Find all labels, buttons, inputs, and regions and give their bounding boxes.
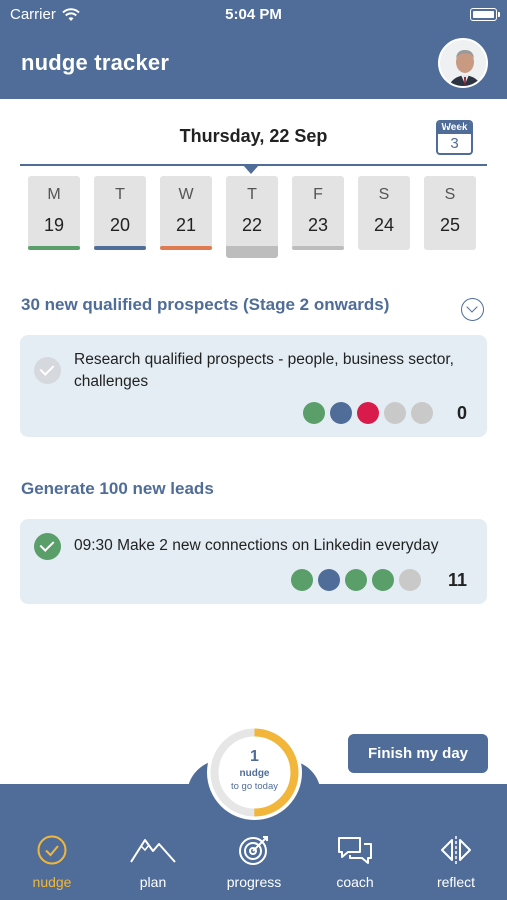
day-letter: S [378,186,390,203]
day-tile[interactable]: T 20 [94,176,146,250]
selected-date-title: Thursday, 22 Sep [179,126,328,146]
target-icon [239,836,268,865]
day-status-bar [226,246,278,258]
nudge-count: 1 [250,748,259,765]
tab-coach[interactable]: coach [315,832,395,890]
day-tile[interactable]: W 21 [160,176,212,250]
tab-label: plan [139,874,167,890]
history-dot [411,402,433,424]
history-dot [399,569,421,591]
user-photo [440,40,486,86]
day-number: 24 [373,215,395,235]
week-day-strip: M 19 T 20 W 21 T 22 F 23 S 24 S 25 [28,176,476,258]
nudge-label: nudge [239,768,270,779]
history-dot [303,402,325,424]
nudge-progress-ring[interactable]: 1 nudge to go today [207,725,302,820]
day-tile[interactable]: M 19 [28,176,80,250]
task-count: 11 [447,570,467,590]
finish-my-day-button[interactable]: Finish my day [348,734,488,773]
app-header: Carrier 5:04 PM nudge tracker [0,0,507,99]
day-status-bar [28,246,80,250]
task-checkbox[interactable] [34,357,61,384]
history-dot [384,402,406,424]
history-dot [330,402,352,424]
tab-label: progress [226,874,282,890]
task-history-dots [291,569,421,591]
day-number: 22 [241,215,263,235]
check-circle-icon [37,835,67,865]
history-dot [291,569,313,591]
history-dot [357,402,379,424]
chevron-down-icon[interactable] [461,298,484,321]
tab-reflect[interactable]: reflect [416,832,496,890]
tab-nudge[interactable]: nudge [12,832,92,890]
tab-label: coach [336,874,374,890]
week-number: 3 [450,135,459,152]
task-card[interactable]: Research qualified prospects - people, b… [20,335,487,437]
day-letter: T [247,186,257,203]
tab-label: reflect [436,874,476,890]
history-dot [318,569,340,591]
mountain-icon [130,839,176,863]
day-status-bar [292,246,344,250]
goal-title: Generate 100 new leads [21,479,214,498]
day-tile[interactable]: S 24 [358,176,410,250]
mirror-icon [441,836,471,864]
task-text: 09:30 Make 2 new connections on Linkedin… [74,537,439,554]
week-calendar-icon[interactable]: Week 3 [436,120,473,155]
day-letter: M [47,186,61,203]
battery-icon [470,8,500,21]
day-status-bar [160,246,212,250]
day-number: 20 [109,215,131,235]
selected-day-pointer [243,165,259,174]
status-time: 5:04 PM [225,6,282,23]
status-bar: Carrier 5:04 PM [10,6,500,24]
task-count: 0 [456,403,467,423]
day-number: 25 [439,215,461,235]
day-number: 23 [307,215,329,235]
task-card[interactable]: 09:30 Make 2 new connections on Linkedin… [20,519,487,604]
day-tile[interactable]: S 25 [424,176,476,250]
day-tile-selected[interactable]: T 22 [226,176,278,258]
day-tile[interactable]: F 23 [292,176,344,250]
avatar[interactable] [438,38,488,88]
day-number: 19 [43,215,65,235]
day-number: 21 [175,215,197,235]
tab-label: nudge [32,874,72,890]
history-dot [372,569,394,591]
task-history-dots [303,402,433,424]
chat-bubbles-icon [338,837,372,864]
week-label: Week [438,122,471,134]
goal-title: 30 new qualified prospects (Stage 2 onwa… [21,295,390,314]
day-status-bar [94,246,146,250]
task-checkbox-checked[interactable] [34,533,61,560]
history-dot [345,569,367,591]
tab-plan[interactable]: plan [113,832,193,890]
day-letter: T [115,186,125,203]
day-letter: F [313,186,323,203]
app-title: nudge tracker [21,50,170,75]
tab-progress[interactable]: progress [214,832,294,890]
task-text: Research qualified prospects - people, b… [74,351,454,390]
day-letter: W [178,186,194,203]
nudge-sublabel: to go today [230,781,278,792]
day-letter: S [444,186,456,203]
